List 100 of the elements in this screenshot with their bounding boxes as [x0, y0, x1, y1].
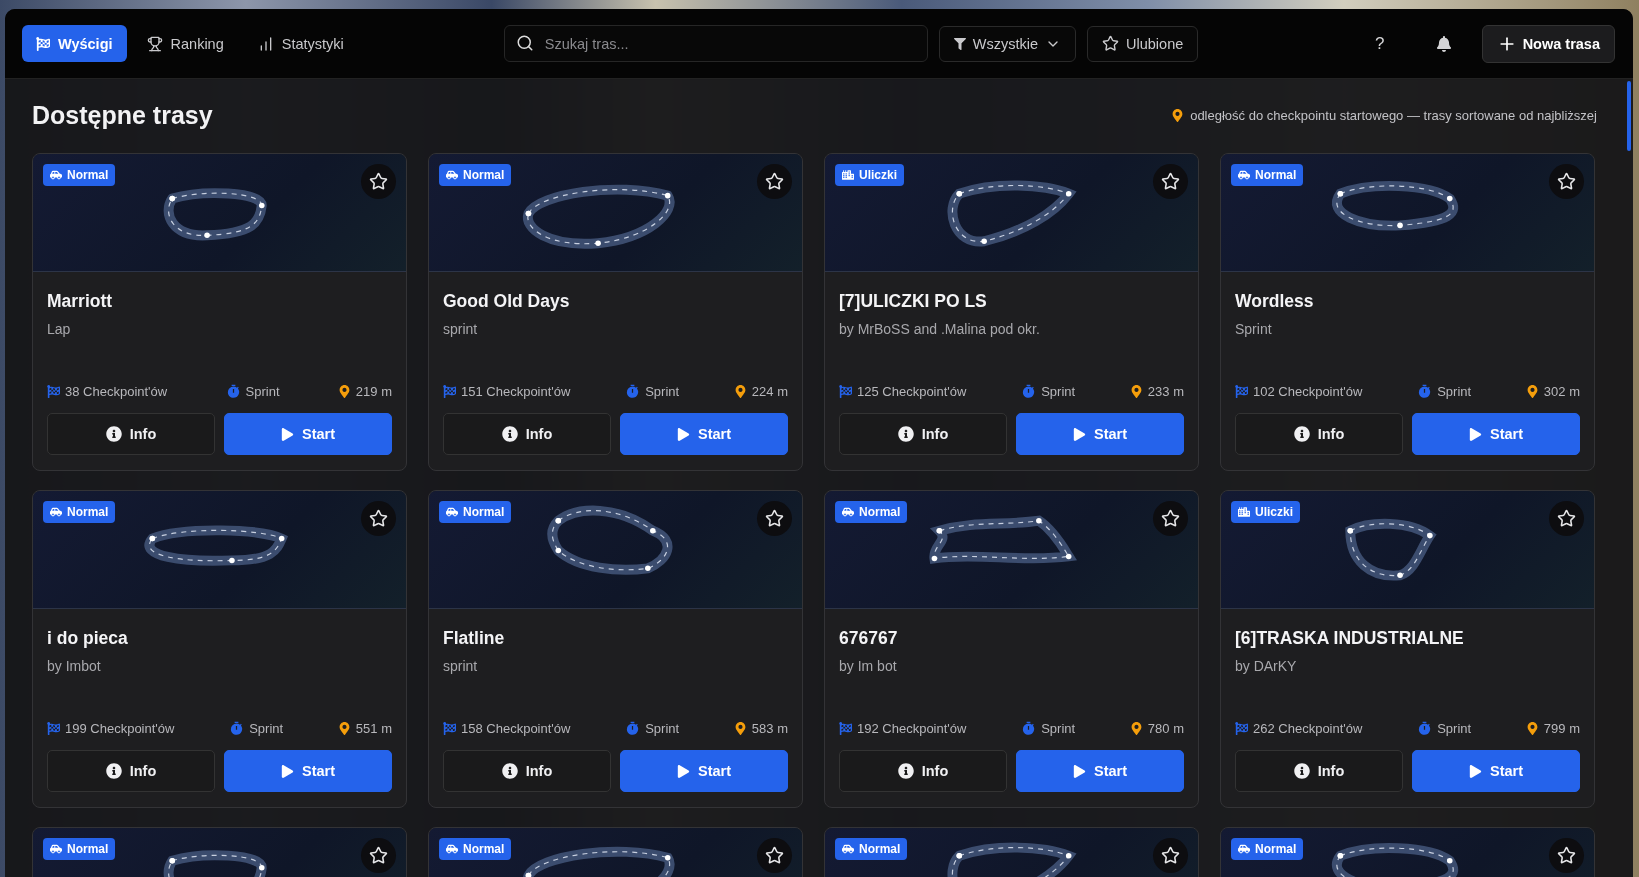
search-field[interactable]: Szukaj tras...	[503, 25, 928, 62]
checkered-flag-icon	[443, 722, 456, 735]
star-icon	[765, 509, 784, 528]
race-mode: Sprint	[245, 384, 280, 399]
star-icon	[1161, 172, 1180, 191]
info-button[interactable]: Info	[839, 413, 1007, 455]
info-icon	[897, 763, 914, 779]
car-icon	[50, 506, 62, 518]
nav-tab[interactable]: Ranking	[132, 25, 238, 62]
new-route-button[interactable]: Nowa trasa	[1481, 24, 1615, 63]
nav-tab[interactable]: Statystyki	[243, 25, 358, 62]
stopwatch-icon	[1417, 384, 1433, 399]
location-pin-icon	[337, 722, 351, 735]
info-button[interactable]: Info	[443, 413, 611, 455]
favorite-button[interactable]	[1153, 164, 1188, 199]
race-mode: Sprint	[645, 384, 680, 399]
favorite-button[interactable]	[361, 501, 396, 536]
checkered-flag-icon	[1235, 722, 1248, 735]
stopwatch-icon	[625, 721, 641, 736]
checkered-flag-icon	[839, 385, 852, 398]
stopwatch-icon	[225, 384, 241, 399]
info-button[interactable]: Info	[47, 413, 215, 455]
car-icon	[446, 506, 458, 518]
route-subtitle: by MrBoSS and .Malina pod okr.	[839, 321, 1041, 337]
star-icon	[765, 172, 784, 191]
play-icon	[280, 427, 294, 441]
info-button[interactable]: Info	[47, 750, 215, 792]
distance: 551 m	[355, 721, 392, 736]
scrollbar-thumb[interactable]	[1627, 81, 1631, 151]
filter-icon	[953, 37, 966, 50]
category-tag: Normal	[439, 838, 512, 860]
location-pin-icon	[1129, 722, 1143, 735]
route-subtitle: by Im bot	[839, 658, 898, 674]
info-icon	[501, 763, 518, 779]
start-button[interactable]: Start	[620, 750, 788, 792]
checkered-flag-icon	[36, 36, 50, 51]
favorite-button[interactable]	[757, 164, 792, 199]
route-subtitle: Sprint	[1235, 321, 1273, 337]
favorite-button[interactable]	[1549, 164, 1584, 199]
star-icon	[369, 846, 388, 865]
star-icon	[369, 509, 388, 528]
nav-tab[interactable]: Wyścigi	[22, 25, 127, 62]
play-icon	[280, 764, 294, 778]
start-button[interactable]: Start	[1412, 750, 1580, 792]
checkered-flag-icon	[1235, 385, 1248, 398]
race-mode: Sprint	[1437, 721, 1472, 736]
car-icon	[842, 843, 854, 855]
stopwatch-icon	[1417, 721, 1433, 736]
favorite-button[interactable]	[1549, 838, 1584, 873]
location-pin-icon	[733, 385, 747, 398]
start-button[interactable]: Start	[1016, 413, 1184, 455]
info-icon	[105, 426, 122, 442]
play-icon	[676, 427, 690, 441]
star-icon	[1161, 509, 1180, 528]
favorite-button[interactable]	[1153, 501, 1188, 536]
favorite-button[interactable]	[1153, 838, 1188, 873]
info-icon	[1293, 426, 1310, 442]
location-pin-icon	[337, 385, 351, 398]
checkpoint-count: 38 Checkpoint'ów	[65, 384, 168, 399]
distance: 233 m	[1147, 384, 1184, 399]
checkered-flag-icon	[839, 722, 852, 735]
start-button[interactable]: Start	[224, 750, 392, 792]
favorite-button[interactable]	[1549, 501, 1584, 536]
distance: 799 m	[1543, 721, 1580, 736]
star-icon	[369, 172, 388, 191]
favorites-button[interactable]: Ulubione	[1087, 25, 1199, 62]
star-icon	[1557, 172, 1576, 191]
distance: 780 m	[1147, 721, 1184, 736]
info-button[interactable]: Info	[443, 750, 611, 792]
category-tag: Normal	[43, 501, 116, 523]
car-icon	[1238, 843, 1250, 855]
info-button[interactable]: Info	[1235, 413, 1403, 455]
page-title: Dostępne trasy	[32, 101, 213, 130]
stopwatch-icon	[625, 384, 641, 399]
filter-dropdown[interactable]: Wszystkie	[938, 25, 1077, 62]
info-button[interactable]: Info	[839, 750, 1007, 792]
start-button[interactable]: Start	[1412, 413, 1580, 455]
category-tag: Normal	[1231, 838, 1304, 860]
start-button[interactable]: Start	[620, 413, 788, 455]
play-icon	[1468, 764, 1482, 778]
distance: 583 m	[751, 721, 788, 736]
start-button[interactable]: Start	[1016, 750, 1184, 792]
favorite-button[interactable]	[757, 838, 792, 873]
route-subtitle: sprint	[443, 321, 479, 337]
help-button[interactable]: ?	[1359, 25, 1400, 62]
car-icon	[842, 506, 854, 518]
info-icon	[1293, 763, 1310, 779]
route-title: Wordless	[1235, 291, 1315, 312]
start-button[interactable]: Start	[224, 413, 392, 455]
favorite-button[interactable]	[361, 838, 396, 873]
race-mode: Sprint	[249, 721, 284, 736]
route-subtitle: Lap	[47, 321, 72, 337]
checkered-flag-icon	[47, 385, 60, 398]
favorite-button[interactable]	[361, 164, 396, 199]
favorite-button[interactable]	[757, 501, 792, 536]
category-tag: Normal	[439, 164, 512, 186]
info-button[interactable]: Info	[1235, 750, 1403, 792]
route-subtitle: by DArKY	[1235, 658, 1298, 674]
category-tag: Normal	[1231, 164, 1304, 186]
location-pin-icon	[1525, 722, 1539, 735]
